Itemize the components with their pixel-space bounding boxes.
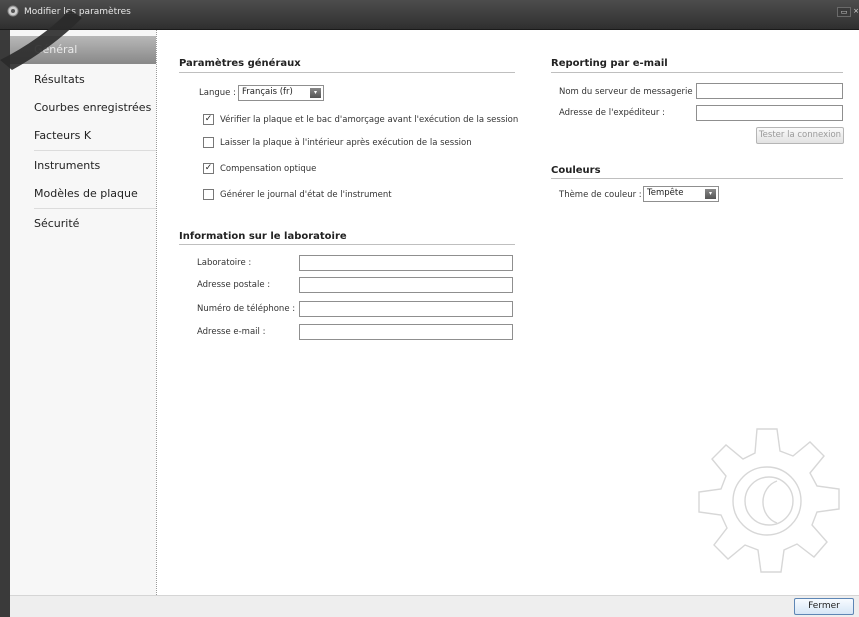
- sidebar-item-general[interactable]: Général: [10, 36, 156, 64]
- mail-server-field[interactable]: [696, 83, 843, 99]
- language-value: Français (fr): [242, 87, 293, 97]
- status-log-label: Générer le journal d'état de l'instrumen…: [220, 190, 392, 200]
- lab-name-label: Laboratoire :: [197, 258, 252, 268]
- sidebar-nav: Général Résultats Courbes enregistrées F…: [10, 30, 156, 595]
- title-bar: Modifier les paramètres ▭ ×: [0, 0, 859, 30]
- optical-compensation-label: Compensation optique: [220, 164, 317, 174]
- chevron-down-icon: ▾: [705, 189, 716, 199]
- sidebar-item-label: Résultats: [34, 73, 85, 86]
- language-select[interactable]: Français (fr) ▾: [238, 85, 324, 101]
- email-section-title: Reporting par e-mail: [551, 58, 668, 69]
- sender-address-field[interactable]: [696, 105, 843, 121]
- sidebar-item-label: Général: [34, 43, 78, 56]
- sidebar-item-security[interactable]: Sécurité: [10, 210, 156, 238]
- leave-plate-checkbox[interactable]: [203, 137, 214, 148]
- color-theme-select[interactable]: Tempête ▾: [643, 186, 719, 202]
- gear-icon: [676, 412, 854, 593]
- optical-compensation-checkbox[interactable]: ✓: [203, 163, 214, 174]
- sidebar-item-instruments[interactable]: Instruments: [10, 152, 156, 180]
- section-divider: [179, 72, 515, 73]
- sidebar-item-label: Courbes enregistrées: [34, 101, 152, 114]
- lab-section-title: Information sur le laboratoire: [179, 231, 347, 242]
- postal-address-label: Adresse postale :: [197, 280, 271, 290]
- test-connection-button[interactable]: Tester la connexion: [756, 127, 844, 144]
- phone-label: Numéro de téléphone :: [197, 304, 296, 314]
- phone-field[interactable]: [299, 301, 513, 317]
- sidebar-divider: [34, 208, 156, 209]
- footer-bar: [10, 595, 859, 617]
- sidebar-item-saved-curves[interactable]: Courbes enregistrées: [10, 94, 156, 122]
- sidebar-item-plate-models[interactable]: Modèles de plaque: [10, 180, 156, 208]
- close-button[interactable]: Fermer: [794, 598, 854, 615]
- language-label: Langue :: [199, 88, 236, 98]
- lab-email-label: Adresse e-mail :: [197, 327, 266, 337]
- sidebar-item-label: Instruments: [34, 159, 101, 172]
- sidebar-item-k-factors[interactable]: Facteurs K: [10, 122, 156, 150]
- sidebar-divider: [34, 150, 156, 151]
- close-window-button[interactable]: ×: [849, 7, 859, 17]
- section-divider: [179, 244, 515, 245]
- sidebar-item-label: Facteurs K: [34, 129, 92, 142]
- window-title: Modifier les paramètres: [24, 7, 131, 17]
- sidebar-item-label: Modèles de plaque: [34, 187, 138, 200]
- window-frame: [0, 30, 10, 617]
- mail-server-label: Nom du serveur de messagerie :: [559, 87, 699, 97]
- color-theme-value: Tempête: [647, 188, 684, 198]
- chevron-down-icon: ▾: [310, 88, 321, 98]
- sidebar-item-label: Sécurité: [34, 217, 80, 230]
- settings-app-icon: [6, 4, 20, 21]
- lab-email-field[interactable]: [299, 324, 513, 340]
- verify-plate-label: Vérifier la plaque et le bac d'amorçage …: [220, 115, 519, 125]
- colors-section-title: Couleurs: [551, 165, 601, 176]
- section-divider: [551, 178, 843, 179]
- sender-address-label: Adresse de l'expéditeur :: [559, 108, 665, 118]
- postal-address-field[interactable]: [299, 277, 513, 293]
- section-divider: [551, 72, 843, 73]
- verify-plate-checkbox[interactable]: ✓: [203, 114, 214, 125]
- leave-plate-label: Laisser la plaque à l'intérieur après ex…: [220, 138, 472, 148]
- color-theme-label: Thème de couleur :: [559, 190, 642, 200]
- sidebar-item-results[interactable]: Résultats: [10, 66, 156, 94]
- status-log-checkbox[interactable]: [203, 189, 214, 200]
- lab-name-field[interactable]: [299, 255, 513, 271]
- general-section-title: Paramètres généraux: [179, 58, 301, 69]
